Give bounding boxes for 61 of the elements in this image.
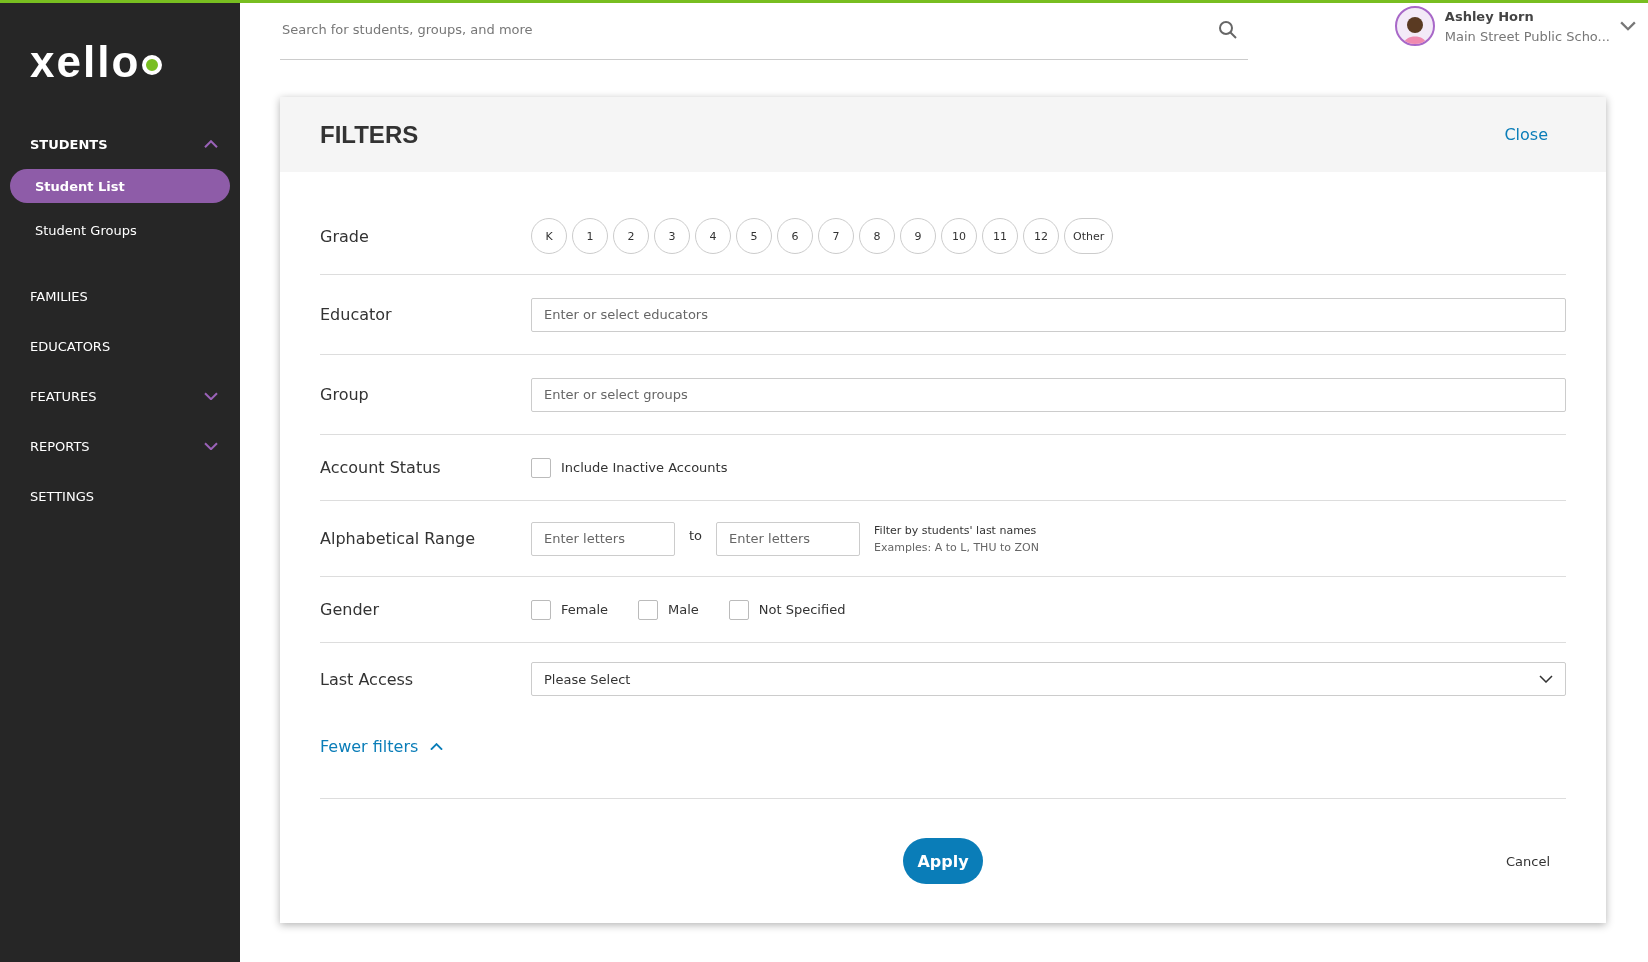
grade-chip[interactable]: Other (1064, 218, 1114, 254)
last-access-select[interactable]: Please Select (531, 662, 1566, 696)
chevron-up-icon[interactable] (204, 139, 218, 149)
grade-chip[interactable]: 5 (736, 218, 772, 254)
nav-item[interactable]: STUDENTS (30, 136, 108, 152)
checkbox-label: Male (668, 602, 699, 617)
chevron-down-icon[interactable] (204, 441, 218, 451)
field-label: Account Status (320, 458, 442, 477)
nav-subitem[interactable]: Student Groups (10, 213, 230, 247)
checkbox-label: Include Inactive Accounts (561, 460, 728, 475)
cancel-button[interactable]: Cancel (1499, 852, 1556, 870)
grade-chip[interactable]: 9 (900, 218, 936, 254)
range-to-field[interactable]: Enter letters (716, 521, 861, 556)
hint-text: Filter by students' last names (874, 523, 1038, 537)
range-to-text: to (689, 528, 703, 543)
checkbox-label: Female (561, 602, 608, 617)
grade-chip[interactable]: 2 (613, 218, 649, 254)
checkbox[interactable] (728, 599, 749, 620)
close-link[interactable]: Close (1504, 125, 1548, 144)
educator-field[interactable]: Enter or select educators (531, 297, 1566, 332)
user-name: Ashley Horn (1444, 8, 1535, 24)
range-from-field[interactable]: Enter letters (531, 521, 675, 556)
grade-chip[interactable]: 4 (695, 218, 731, 254)
field-label: Last Access (320, 669, 415, 689)
nav-subitem[interactable]: Student List (10, 169, 230, 203)
chevron-down-icon[interactable] (204, 391, 218, 401)
grade-chip[interactable]: 11 (982, 218, 1018, 254)
panel-title: FILTERS (320, 120, 419, 149)
nav-item[interactable]: FAMILIES (30, 288, 88, 304)
grade-chip[interactable]: 6 (777, 218, 813, 254)
apply-button[interactable]: Apply (903, 838, 983, 884)
grade-chip[interactable]: 1 (572, 218, 608, 254)
grade-chip[interactable]: K (531, 218, 567, 254)
checkbox[interactable] (531, 599, 551, 620)
fewer-filters-link[interactable]: Fewer filters (320, 737, 419, 756)
nav-item[interactable]: FEATURES (30, 388, 97, 404)
grade-chip[interactable]: 12 (1023, 218, 1059, 254)
xello-logo: xello (0, 37, 240, 87)
grade-chip[interactable]: 8 (859, 218, 895, 254)
chevron-down-icon (1539, 675, 1553, 683)
checkbox[interactable] (531, 457, 551, 478)
grade-chip[interactable]: 10 (941, 218, 977, 254)
school-name: Main Street Public Scho... (1444, 28, 1610, 44)
search-icon[interactable] (1218, 19, 1238, 40)
chevron-down-icon[interactable] (1620, 21, 1636, 31)
avatar[interactable] (1394, 6, 1435, 46)
field-label: Grade (320, 226, 370, 246)
field-label: Group (320, 385, 370, 404)
checkbox[interactable] (638, 599, 658, 620)
group-field[interactable]: Enter or select groups (531, 377, 1566, 412)
grade-chip[interactable]: 3 (654, 218, 690, 254)
field-label: Alphabetical Range (320, 529, 477, 548)
grade-chip[interactable]: 7 (818, 218, 854, 254)
nav-item[interactable]: REPORTS (30, 438, 90, 454)
nav-item[interactable]: EDUCATORS (30, 338, 111, 354)
chevron-up-icon[interactable] (430, 742, 444, 751)
field-label: Gender (320, 600, 380, 619)
checkbox-label: Not Specified (758, 602, 846, 617)
nav-item[interactable]: SETTINGS (30, 488, 94, 504)
examples-text: Examples: A to L, THU to ZON (874, 540, 1039, 554)
field-label: Educator (320, 305, 393, 324)
